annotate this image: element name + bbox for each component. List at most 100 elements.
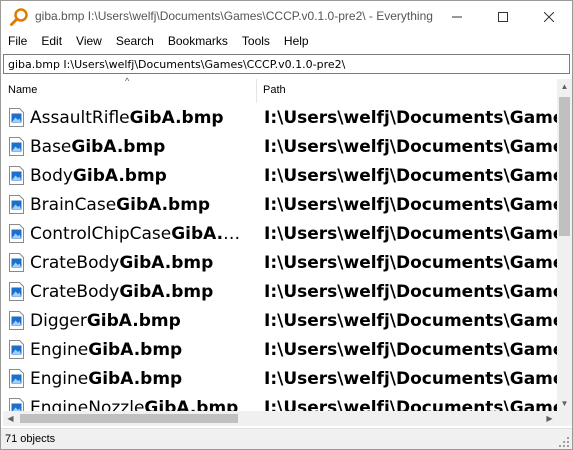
close-icon [544, 11, 554, 22]
file-name-match: GibA.bmp [88, 369, 183, 389]
file-path: I:\Users\welfj\Documents\Games\CCCP.v0.1… [264, 166, 557, 186]
file-name: EngineNozzleGibA.bmp [30, 394, 252, 412]
file-name-prefix: Engine [30, 340, 89, 360]
vertical-scroll-thumb[interactable] [559, 97, 570, 236]
list-item[interactable]: CrateBodyGibA.bmp I:\Users\welfj\Document… [3, 278, 557, 307]
vertical-scrollbar[interactable]: ▲ ▼ [557, 79, 572, 411]
list-item[interactable]: ControlChipCaseGibA.bmp I:\Users\welfj\Do… [3, 220, 557, 249]
file-path: I:\Users\welfj\Documents\Games\CCCP.v0.1… [264, 282, 557, 302]
list-item[interactable]: EngineNozzleGibA.bmp I:\Users\welfj\Docum… [3, 394, 557, 412]
list-item[interactable]: CrateBodyGibA.bmp I:\Users\welfj\Document… [3, 249, 557, 278]
list-item[interactable]: DiggerGibA.bmp I:\Users\welfj\Documents\G… [3, 307, 557, 336]
menu-file[interactable]: File [1, 32, 34, 51]
results-list: AssaultRifleGibA.bmp I:\Users\welfj\Docum… [3, 104, 557, 412]
maximize-icon [498, 11, 508, 22]
title-query: giba.bmp I:\Users\welfj\Documents\Games\… [35, 9, 366, 23]
column-name-label: Name [8, 84, 38, 96]
file-name-prefix: BrainCase [30, 195, 117, 215]
file-name-prefix: Base [30, 137, 72, 157]
bitmap-file-icon [9, 195, 24, 214]
bitmap-file-icon [9, 137, 24, 156]
file-name-match: GibA.bmp [119, 253, 214, 273]
bitmap-file-icon [9, 108, 24, 127]
file-name-prefix: Digger [30, 311, 87, 331]
close-button[interactable] [526, 1, 572, 32]
file-name-prefix: CrateBody [30, 282, 120, 302]
file-path: I:\Users\welfj\Documents\Games\CCCP.v0.1… [264, 253, 557, 273]
list-item[interactable]: AssaultRifleGibA.bmp I:\Users\welfj\Docum… [3, 104, 557, 133]
file-name-prefix: EngineNozzle [30, 398, 145, 412]
file-name-match: GibA.bmp [88, 340, 183, 360]
file-path: I:\Users\welfj\Documents\Games\CCCP.v0.1… [264, 195, 557, 215]
file-name: EngineGibA.bmp [30, 365, 252, 394]
minimize-button[interactable] [434, 1, 480, 32]
scroll-up-icon[interactable]: ▲ [557, 79, 572, 94]
file-name: ControlChipCaseGibA.bmp [30, 220, 252, 249]
file-name-match: GibA.bmp [129, 108, 224, 128]
list-item[interactable]: BrainCaseGibA.bmp I:\Users\welfj\Document… [3, 191, 557, 220]
file-name-match: GibA.bmp [144, 398, 239, 412]
horizontal-scroll-thumb[interactable] [20, 414, 238, 423]
status-bar: 71 objects [1, 428, 572, 449]
file-name: AssaultRifleGibA.bmp [30, 104, 252, 133]
horizontal-scrollbar[interactable]: ◀ ▶ [3, 411, 557, 426]
resize-grip-icon[interactable] [559, 437, 570, 448]
file-name-prefix: CrateBody [30, 253, 120, 273]
file-name: BrainCaseGibA.bmp [30, 191, 252, 220]
scroll-right-icon[interactable]: ▶ [542, 411, 557, 426]
file-name-match: GibA.bmp [72, 166, 167, 186]
sort-ascending-icon: ^ [125, 76, 130, 86]
maximize-button[interactable] [480, 1, 526, 32]
bitmap-file-icon [9, 398, 24, 412]
title-bar[interactable]: giba.bmp I:\Users\welfj\Documents\Games\… [1, 1, 572, 32]
file-path: I:\Users\welfj\Documents\Games\CCCP.v0.1… [264, 369, 557, 389]
everything-window: giba.bmp I:\Users\welfj\Documents\Games\… [0, 0, 573, 450]
column-header: ^ Name Path [3, 76, 557, 103]
file-name: CrateBodyGibA.bmp [30, 249, 252, 278]
list-item[interactable]: EngineGibA.bmp I:\Users\welfj\Documents\G… [3, 365, 557, 394]
file-path: I:\Users\welfj\Documents\Games\CCCP.v0.1… [264, 398, 557, 412]
menu-bookmarks[interactable]: Bookmarks [161, 32, 235, 51]
file-name: BaseGibA.bmp [30, 133, 252, 162]
search-box [3, 54, 570, 74]
bitmap-file-icon [9, 311, 24, 330]
list-item[interactable]: BodyGibA.bmp I:\Users\welfj\Documents\Gam… [3, 162, 557, 191]
title-separator: - [365, 9, 377, 23]
file-name-prefix: ControlChipCase [30, 224, 172, 244]
file-name: BodyGibA.bmp [30, 162, 252, 191]
file-path: I:\Users\welfj\Documents\Games\CCCP.v0.1… [264, 311, 557, 331]
file-name-prefix: Body [30, 166, 73, 186]
file-name-match: GibA.bmp [171, 224, 252, 244]
bitmap-file-icon [9, 253, 24, 272]
list-item[interactable]: BaseGibA.bmp I:\Users\welfj\Documents\Gam… [3, 133, 557, 162]
menu-help[interactable]: Help [277, 32, 316, 51]
minimize-icon [452, 16, 462, 17]
file-name-prefix: Engine [30, 369, 89, 389]
file-name-match: GibA.bmp [119, 282, 214, 302]
file-name-match: GibA.bmp [86, 311, 181, 331]
magnifier-icon [10, 8, 28, 26]
bitmap-file-icon [9, 340, 24, 359]
file-name-match: GibA.bmp [116, 195, 211, 215]
scrollbar-corner [557, 411, 572, 426]
menu-view[interactable]: View [69, 32, 109, 51]
bitmap-file-icon [9, 369, 24, 388]
scroll-down-icon[interactable]: ▼ [557, 396, 572, 411]
column-path-label: Path [263, 84, 286, 96]
file-path: I:\Users\welfj\Documents\Games\CCCP.v0.1… [264, 224, 557, 244]
search-input[interactable] [4, 56, 563, 73]
file-path: I:\Users\welfj\Documents\Games\CCCP.v0.1… [264, 340, 557, 360]
file-path: I:\Users\welfj\Documents\Games\CCCP.v0.1… [264, 108, 557, 128]
menu-edit[interactable]: Edit [34, 32, 69, 51]
bitmap-file-icon [9, 224, 24, 243]
file-path: I:\Users\welfj\Documents\Games\CCCP.v0.1… [264, 137, 557, 157]
menu-search[interactable]: Search [109, 32, 161, 51]
file-name-prefix: AssaultRifle [30, 108, 130, 128]
column-name-header[interactable]: ^ Name [3, 76, 257, 103]
menu-tools[interactable]: Tools [235, 32, 277, 51]
list-item[interactable]: EngineGibA.bmp I:\Users\welfj\Documents\G… [3, 336, 557, 365]
scroll-left-icon[interactable]: ◀ [3, 411, 18, 426]
object-count: 71 objects [5, 433, 56, 445]
app-name: Everything [376, 9, 433, 23]
menu-bar: File Edit View Search Bookmarks Tools He… [1, 32, 572, 51]
